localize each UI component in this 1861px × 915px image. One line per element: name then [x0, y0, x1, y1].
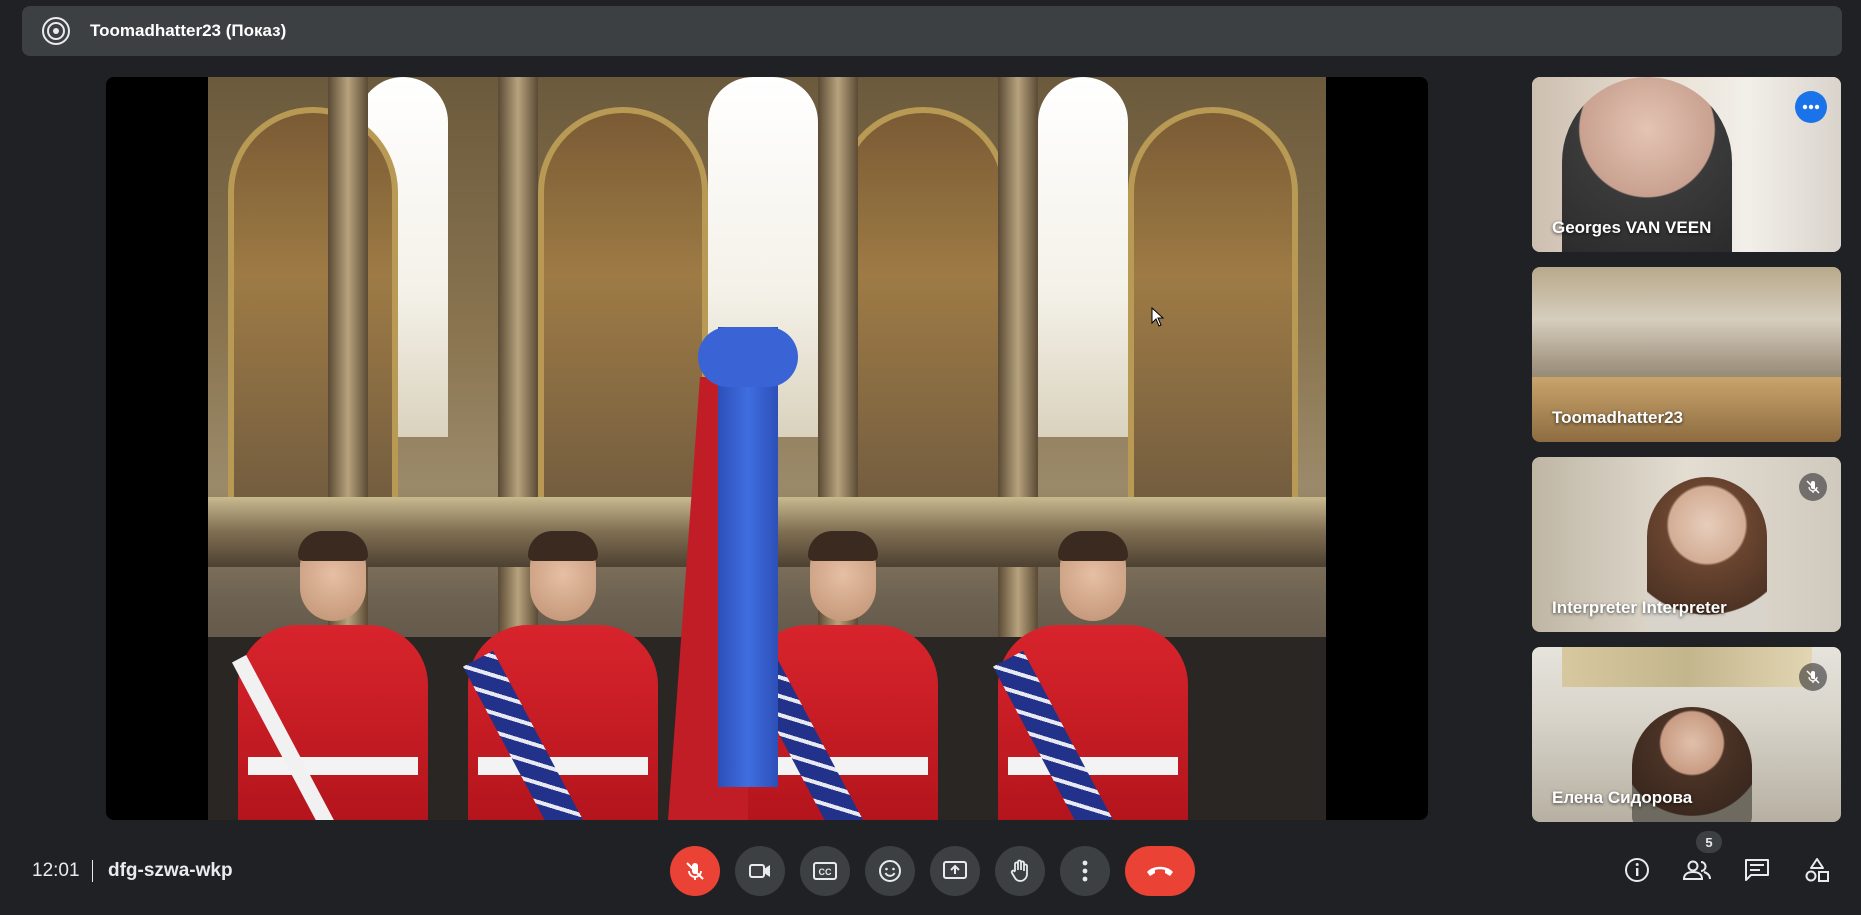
shared-photo	[208, 77, 1326, 820]
more-vert-icon	[1082, 860, 1088, 882]
activities-icon	[1805, 858, 1829, 882]
participant-name: Елена Сидорова	[1552, 788, 1693, 807]
mic-off-icon	[1799, 473, 1827, 501]
presenter-bar: Toomadhatter23 (Показ)	[22, 6, 1842, 56]
participant-name: Toomadhatter23	[1552, 408, 1683, 427]
info-icon	[1625, 858, 1649, 882]
divider	[92, 860, 93, 882]
participant-tile[interactable]: Toomadhatter23	[1532, 267, 1841, 442]
emoji-icon	[879, 860, 901, 882]
hangup-icon	[1147, 866, 1173, 876]
people-count-badge: 5	[1696, 831, 1722, 853]
mouse-cursor-icon	[1151, 307, 1165, 327]
present-screen-button[interactable]	[930, 846, 980, 896]
participant-tile[interactable]: Interpreter Interpreter	[1532, 457, 1841, 632]
more-options-icon[interactable]	[1795, 91, 1827, 123]
people-button[interactable]	[1673, 846, 1721, 894]
participant-tile[interactable]: Елена Сидорова	[1532, 647, 1841, 822]
captions-button[interactable]: CC	[800, 846, 850, 896]
leave-call-button[interactable]	[1125, 846, 1195, 896]
svg-text:CC: CC	[819, 867, 832, 877]
presenter-title: Toomadhatter23 (Показ)	[90, 21, 287, 40]
present-screen-icon	[943, 861, 967, 879]
shared-screen[interactable]	[106, 77, 1428, 820]
participant-name: Georges VAN VEEN	[1552, 218, 1712, 237]
camera-button[interactable]	[735, 846, 785, 896]
chat-button[interactable]	[1733, 846, 1781, 894]
camera-icon	[749, 864, 770, 878]
participant-tile[interactable]: Georges VAN VEEN	[1532, 77, 1841, 252]
presentation-icon	[40, 15, 72, 47]
mic-off-icon	[1799, 663, 1827, 691]
meeting-info-button[interactable]	[1613, 846, 1661, 894]
hand-icon	[1010, 859, 1028, 882]
activities-button[interactable]	[1793, 846, 1841, 894]
meeting-code: dfg-szwa-wkp	[108, 860, 233, 881]
control-bar: 12:01 dfg-szwa-wkp CC 5	[0, 831, 1861, 906]
people-icon	[1682, 860, 1711, 880]
clock: 12:01	[32, 860, 80, 881]
more-options-button[interactable]	[1060, 846, 1110, 896]
chat-icon	[1745, 859, 1769, 881]
participant-name: Interpreter Interpreter	[1552, 598, 1727, 617]
emoji-button[interactable]	[865, 846, 915, 896]
mic-off-icon	[686, 862, 704, 880]
microphone-button[interactable]	[670, 846, 720, 896]
raise-hand-button[interactable]	[995, 846, 1045, 896]
captions-icon: CC	[813, 862, 837, 880]
